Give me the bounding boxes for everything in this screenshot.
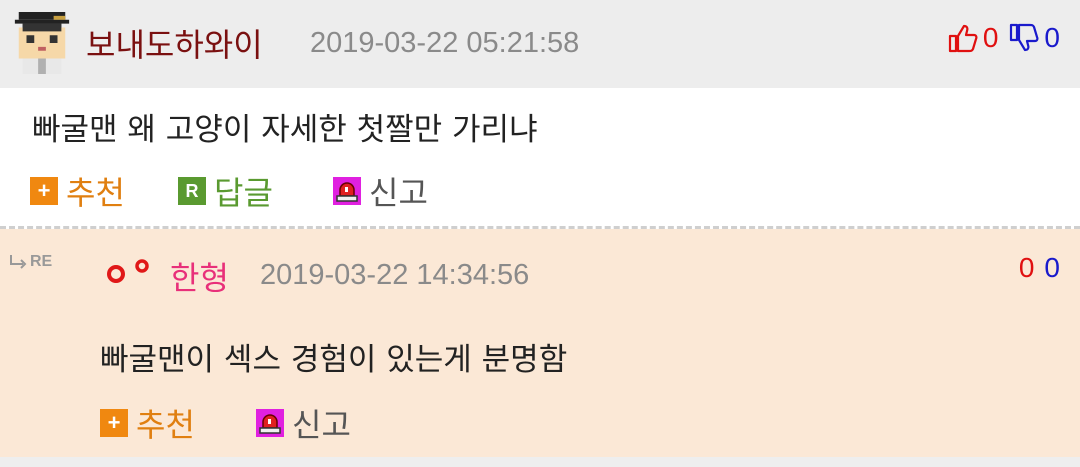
reply-text: 빠굴맨이 섹스 경험이 있는게 분명함 <box>100 342 568 378</box>
comment-text: 빠굴맨 왜 고양이 자세한 첫짤만 가리냐 <box>32 112 538 148</box>
level-icon <box>107 259 149 283</box>
reply-timestamp: 2019-03-22 14:34:56 <box>260 259 530 291</box>
recommend-label: 추천 <box>66 174 125 212</box>
report-label: 신고 <box>369 174 428 212</box>
reply-recommend-label: 추천 <box>136 406 195 444</box>
plus-icon: + <box>30 177 58 205</box>
reply-re-label: RE <box>30 253 53 270</box>
reply-marker: RE <box>8 253 52 271</box>
reply-recommend-button[interactable]: + 추천 <box>100 400 195 446</box>
reply-downvote-count[interactable]: 0 <box>1044 252 1060 284</box>
siren-icon <box>256 409 284 437</box>
comment-downvote-count: 0 <box>1044 22 1060 53</box>
reply-button[interactable]: R 답글 <box>178 168 273 214</box>
reply-arrow-icon <box>10 255 27 269</box>
reply-r-icon: R <box>178 177 206 205</box>
reply-report-label: 신고 <box>292 406 351 444</box>
thumbs-up-icon[interactable] <box>947 22 979 54</box>
reply-label: 답글 <box>214 174 273 212</box>
comment-header: 보내도하와이 2019-03-22 05:21:58 0 0 <box>0 0 1080 88</box>
thumbs-down-icon[interactable] <box>1008 22 1040 54</box>
vote-group: 0 0 <box>947 18 1060 58</box>
avatar[interactable] <box>14 12 70 74</box>
recommend-button[interactable]: + 추천 <box>30 168 125 214</box>
comment-timestamp: 2019-03-22 05:21:58 <box>310 27 580 59</box>
siren-icon <box>333 177 361 205</box>
comment-author[interactable]: 보내도하와이 <box>86 20 263 66</box>
report-button[interactable]: 신고 <box>333 168 428 214</box>
bottom-strip <box>0 457 1080 467</box>
plus-icon: + <box>100 409 128 437</box>
reply-upvote-count[interactable]: 0 <box>1019 252 1035 284</box>
reply-vote-group: 0 0 <box>1019 252 1060 284</box>
reply-report-button[interactable]: 신고 <box>256 400 351 446</box>
comment-upvote-count: 0 <box>982 22 999 53</box>
reply-author[interactable]: 한형 <box>170 253 229 299</box>
